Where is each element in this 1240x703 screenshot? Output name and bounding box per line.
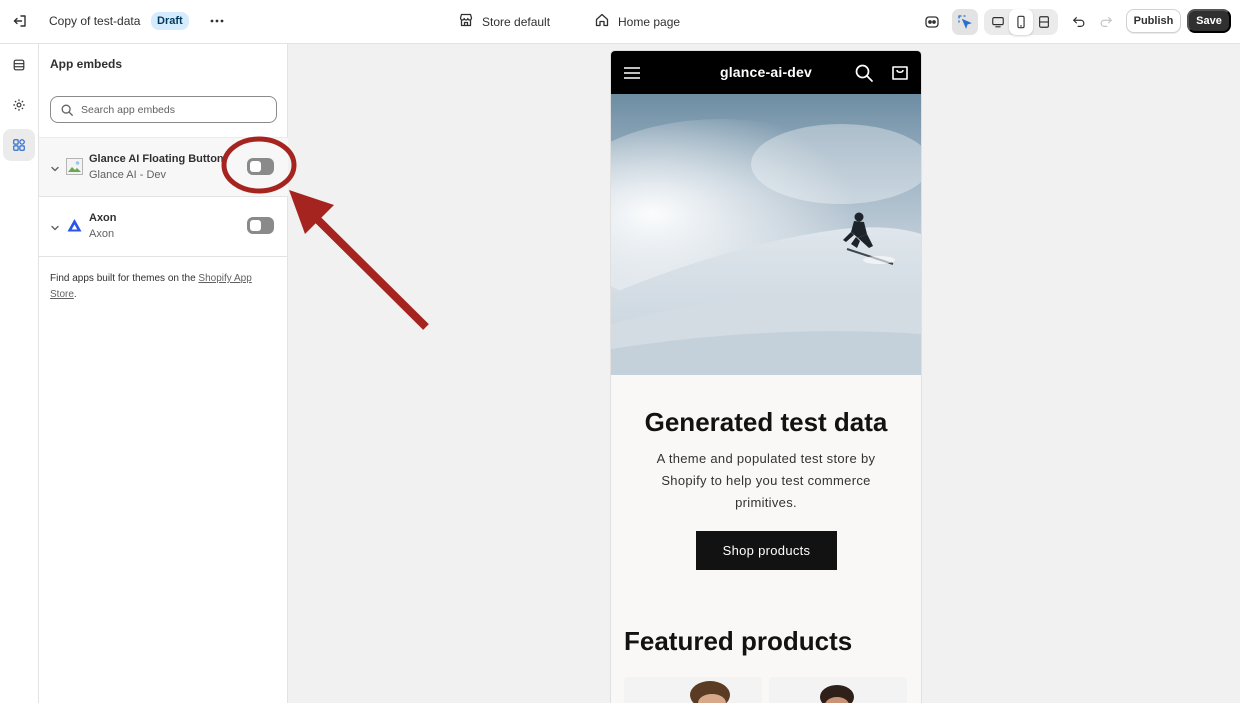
- product-card[interactable]: [624, 677, 762, 703]
- editor-rail: [0, 44, 39, 703]
- theme-name: Copy of test-data: [49, 14, 141, 28]
- footnote-end: .: [73, 289, 77, 300]
- hero-text-block: Generated test data A theme and populate…: [611, 375, 921, 703]
- hero-heading: Generated test data: [644, 407, 888, 437]
- ai-assistant-icon[interactable]: [919, 9, 945, 35]
- page-selector[interactable]: Home page: [594, 12, 680, 31]
- highlight-arrow-head: [289, 190, 334, 234]
- highlight-arrow-shaft: [311, 213, 429, 330]
- embed-toggle[interactable]: [247, 158, 274, 175]
- publish-button[interactable]: Publish: [1126, 9, 1181, 33]
- desktop-view-icon[interactable]: [986, 9, 1010, 35]
- home-icon: [594, 12, 610, 31]
- app-embeds-panel: App embeds Glance AI Floating Button Gla…: [39, 44, 288, 703]
- storefront-preview: glance-ai-dev Generated test data A them…: [611, 51, 921, 703]
- app-embed-item[interactable]: Glance AI Floating Button Glance AI - De…: [39, 137, 288, 197]
- fullscreen-icon[interactable]: [1032, 9, 1056, 35]
- search-icon: [60, 103, 74, 117]
- embed-name: Glance AI Floating Button: [89, 153, 224, 165]
- toggle-knob: [250, 161, 261, 172]
- shop-products-button[interactable]: Shop products: [696, 531, 837, 570]
- app-embed-item[interactable]: Axon Axon: [39, 197, 288, 257]
- hero-image: [611, 94, 921, 375]
- chevron-down-icon[interactable]: [49, 162, 61, 174]
- editor-topbar: Copy of test-data Draft Store default Ho…: [0, 0, 1240, 44]
- store-selector[interactable]: Store default: [458, 12, 550, 31]
- embed-provider: Axon: [89, 228, 115, 240]
- chevron-down-icon[interactable]: [49, 221, 61, 233]
- search-input[interactable]: [81, 100, 271, 120]
- save-button[interactable]: Save: [1187, 9, 1231, 33]
- store-header: glance-ai-dev: [611, 51, 921, 94]
- redo-icon[interactable]: [1093, 9, 1119, 35]
- sections-icon[interactable]: [3, 49, 35, 81]
- mobile-view-icon[interactable]: [1009, 9, 1033, 35]
- inspector-icon[interactable]: [952, 9, 978, 35]
- embed-toggle[interactable]: [247, 217, 274, 234]
- more-icon[interactable]: [207, 11, 227, 31]
- panel-title: App embeds: [50, 57, 123, 71]
- toggle-knob: [250, 220, 261, 231]
- store-icon: [458, 12, 474, 31]
- page-selector-label: Home page: [618, 14, 681, 29]
- axon-logo-icon: [66, 217, 83, 234]
- product-card[interactable]: [769, 677, 907, 703]
- store-selector-label: Store default: [482, 14, 551, 29]
- cart-icon[interactable]: [890, 62, 910, 82]
- app-store-footnote: Find apps built for themes on the Shopif…: [50, 271, 275, 303]
- gear-icon[interactable]: [3, 89, 35, 121]
- search-icon[interactable]: [854, 63, 874, 83]
- apps-icon[interactable]: [3, 129, 35, 161]
- embed-name: Axon: [89, 212, 117, 224]
- image-placeholder-icon: [66, 158, 83, 175]
- embed-provider: Glance AI - Dev: [89, 169, 167, 181]
- hero-description: A theme and populated test store by Shop…: [656, 451, 876, 510]
- footnote-text: Find apps built for themes on the: [50, 273, 199, 284]
- store-name[interactable]: glance-ai-dev: [611, 64, 921, 80]
- featured-products-heading: Featured products: [624, 626, 853, 656]
- search-field[interactable]: [50, 96, 277, 123]
- status-badge: Draft: [151, 12, 189, 30]
- exit-icon[interactable]: [10, 11, 30, 31]
- undo-icon[interactable]: [1066, 9, 1092, 35]
- viewport-switcher: [984, 9, 1058, 35]
